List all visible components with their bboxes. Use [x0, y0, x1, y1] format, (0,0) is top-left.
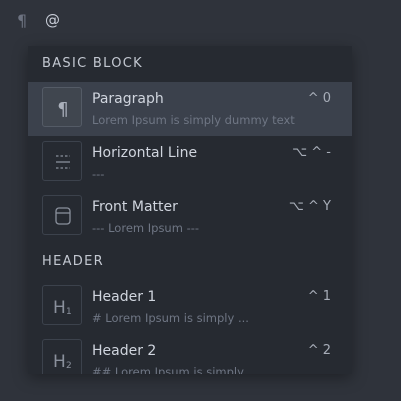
- menu-item-paragraph[interactable]: ¶ Paragraph Lorem Ipsum is simply dummy …: [28, 82, 352, 136]
- svg-text:1: 1: [66, 307, 72, 317]
- menu-item-title: Header 1: [92, 289, 157, 305]
- editor-area[interactable]: ¶ @ BASIC BLOCK ¶ Paragraph Lorem Ipsum …: [0, 0, 401, 401]
- section-title-header: HEADER: [42, 254, 104, 269]
- menu-item-shortcut: ⌥ ^ -: [292, 145, 331, 160]
- svg-text:¶: ¶: [57, 99, 68, 120]
- menu-item-header-2[interactable]: H 2 Header 2 ## Lorem Ipsum is simply ..…: [28, 334, 352, 374]
- menu-item-description: ---: [92, 167, 105, 181]
- svg-text:H: H: [53, 352, 66, 372]
- menu-item-description: # Lorem Ipsum is simply ...: [92, 311, 249, 325]
- quick-insert-menu: BASIC BLOCK ¶ Paragraph Lorem Ipsum is s…: [28, 46, 352, 374]
- header-2-icon: H 2: [42, 339, 82, 374]
- menu-item-shortcut: ^ 0: [307, 91, 331, 106]
- menu-item-shortcut: ^ 2: [307, 343, 331, 358]
- menu-item-title: Horizontal Line: [92, 145, 198, 161]
- menu-item-description: Lorem Ipsum is simply dummy text: [92, 113, 295, 127]
- menu-item-description: --- Lorem Ipsum ---: [92, 221, 200, 235]
- svg-text:H: H: [53, 298, 66, 318]
- menu-item-front-matter[interactable]: Front Matter --- Lorem Ipsum --- ⌥ ^ Y: [28, 190, 352, 244]
- menu-item-horizontal-line[interactable]: Horizontal Line --- ⌥ ^ -: [28, 136, 352, 190]
- front-matter-icon: [42, 195, 82, 235]
- menu-item-title: Front Matter: [92, 199, 178, 215]
- menu-item-shortcut: ^ 1: [307, 289, 331, 304]
- menu-item-header-1[interactable]: H 1 Header 1 # Lorem Ipsum is simply ...…: [28, 280, 352, 334]
- section-title-basic-block: BASIC BLOCK: [42, 56, 143, 71]
- header-1-icon: H 1: [42, 285, 82, 325]
- paragraph-icon: ¶: [42, 87, 82, 127]
- menu-item-description: ## Lorem Ipsum is simply ...: [92, 365, 259, 374]
- menu-item-shortcut: ⌥ ^ Y: [288, 199, 331, 214]
- svg-text:2: 2: [66, 361, 72, 371]
- typed-text[interactable]: @: [45, 11, 60, 29]
- paragraph-marker-icon: ¶: [17, 11, 28, 30]
- horizontal-line-icon: [42, 141, 82, 181]
- menu-item-title: Header 2: [92, 343, 157, 359]
- menu-item-title: Paragraph: [92, 91, 164, 107]
